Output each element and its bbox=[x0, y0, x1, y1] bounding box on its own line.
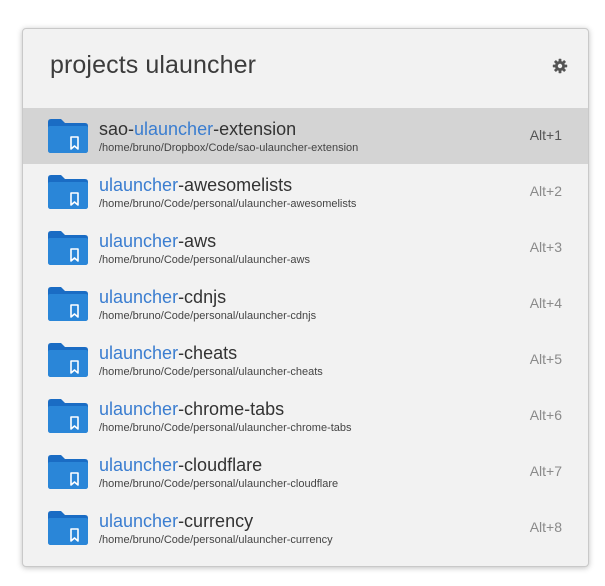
result-item-4[interactable]: ulauncher-cdnjs /home/bruno/Code/persona… bbox=[23, 276, 588, 332]
search-header: projects ulauncher bbox=[23, 29, 588, 108]
folder-icon bbox=[47, 286, 89, 322]
result-name-match: ulauncher bbox=[99, 511, 179, 531]
result-name: sao-ulauncher-extension bbox=[99, 118, 509, 140]
result-shortcut: Alt+3 bbox=[529, 239, 562, 255]
result-name-suffix: -aws bbox=[178, 231, 217, 251]
result-item-5[interactable]: ulauncher-cheats /home/bruno/Code/person… bbox=[23, 332, 588, 388]
gear-icon[interactable] bbox=[552, 58, 568, 74]
folder-icon bbox=[47, 118, 89, 154]
result-shortcut: Alt+8 bbox=[529, 519, 562, 535]
result-name-match: ulauncher bbox=[99, 343, 179, 363]
result-path: /home/bruno/Code/personal/ulauncher-aws bbox=[99, 254, 310, 266]
result-name-suffix: -extension bbox=[213, 119, 297, 139]
result-name-suffix: -cdnjs bbox=[178, 287, 227, 307]
folder-icon bbox=[47, 398, 89, 434]
result-text: ulauncher-aws /home/bruno/Code/personal/… bbox=[99, 230, 509, 266]
result-name-suffix: -awesomelists bbox=[178, 175, 293, 195]
result-path: /home/bruno/Code/personal/ulauncher-chro… bbox=[99, 422, 352, 434]
result-name: ulauncher-cdnjs bbox=[99, 286, 509, 308]
folder-icon bbox=[47, 510, 89, 546]
results-list: sao-ulauncher-extension /home/bruno/Drop… bbox=[23, 108, 588, 556]
result-path: /home/bruno/Code/personal/ulauncher-clou… bbox=[99, 478, 339, 490]
result-shortcut: Alt+2 bbox=[529, 183, 562, 199]
result-text: ulauncher-awesomelists /home/bruno/Code/… bbox=[99, 174, 509, 210]
result-name: ulauncher-cloudflare bbox=[99, 454, 509, 476]
result-name-match: ulauncher bbox=[99, 455, 179, 475]
result-shortcut: Alt+4 bbox=[529, 295, 562, 311]
result-text: ulauncher-currency /home/bruno/Code/pers… bbox=[99, 510, 509, 546]
result-name-match: ulauncher bbox=[99, 231, 179, 251]
folder-icon bbox=[47, 230, 89, 266]
folder-icon bbox=[47, 174, 89, 210]
result-name-prefix: sao- bbox=[99, 119, 135, 139]
result-item-2[interactable]: ulauncher-awesomelists /home/bruno/Code/… bbox=[23, 164, 588, 220]
result-text: ulauncher-chrome-tabs /home/bruno/Code/p… bbox=[99, 398, 509, 434]
result-text: ulauncher-cheats /home/bruno/Code/person… bbox=[99, 342, 509, 378]
result-text: ulauncher-cloudflare /home/bruno/Code/pe… bbox=[99, 454, 509, 490]
result-text: sao-ulauncher-extension /home/bruno/Drop… bbox=[99, 118, 509, 154]
result-name-match: ulauncher bbox=[99, 175, 179, 195]
result-path: /home/bruno/Code/personal/ulauncher-curr… bbox=[99, 534, 333, 546]
result-shortcut: Alt+7 bbox=[529, 463, 562, 479]
folder-icon bbox=[47, 342, 89, 378]
result-text: ulauncher-cdnjs /home/bruno/Code/persona… bbox=[99, 286, 509, 322]
result-item-3[interactable]: ulauncher-aws /home/bruno/Code/personal/… bbox=[23, 220, 588, 276]
result-item-7[interactable]: ulauncher-cloudflare /home/bruno/Code/pe… bbox=[23, 444, 588, 500]
result-item-1[interactable]: sao-ulauncher-extension /home/bruno/Drop… bbox=[23, 108, 588, 164]
result-name-suffix: -currency bbox=[178, 511, 254, 531]
result-shortcut: Alt+1 bbox=[529, 127, 562, 143]
result-name-match: ulauncher bbox=[134, 119, 214, 139]
launcher-window: projects ulauncher sao-ulauncher-extensi… bbox=[22, 28, 589, 567]
result-name: ulauncher-chrome-tabs bbox=[99, 398, 509, 420]
result-name: ulauncher-currency bbox=[99, 510, 509, 532]
result-name-match: ulauncher bbox=[99, 399, 179, 419]
result-path: /home/bruno/Code/personal/ulauncher-chea… bbox=[99, 366, 323, 378]
result-path: /home/bruno/Dropbox/Code/sao-ulauncher-e… bbox=[99, 142, 359, 154]
result-shortcut: Alt+6 bbox=[529, 407, 562, 423]
result-item-6[interactable]: ulauncher-chrome-tabs /home/bruno/Code/p… bbox=[23, 388, 588, 444]
result-path: /home/bruno/Code/personal/ulauncher-cdnj… bbox=[99, 310, 317, 322]
result-name: ulauncher-awesomelists bbox=[99, 174, 509, 196]
result-path: /home/bruno/Code/personal/ulauncher-awes… bbox=[99, 198, 357, 210]
result-name: ulauncher-cheats bbox=[99, 342, 509, 364]
folder-icon bbox=[47, 454, 89, 490]
result-name-suffix: -chrome-tabs bbox=[178, 399, 285, 419]
result-name-suffix: -cloudflare bbox=[178, 455, 263, 475]
result-name-suffix: -cheats bbox=[178, 343, 238, 363]
result-shortcut: Alt+5 bbox=[529, 351, 562, 367]
result-item-8[interactable]: ulauncher-currency /home/bruno/Code/pers… bbox=[23, 500, 588, 556]
result-name-match: ulauncher bbox=[99, 287, 179, 307]
search-input[interactable]: projects ulauncher bbox=[50, 51, 256, 80]
result-name: ulauncher-aws bbox=[99, 230, 509, 252]
